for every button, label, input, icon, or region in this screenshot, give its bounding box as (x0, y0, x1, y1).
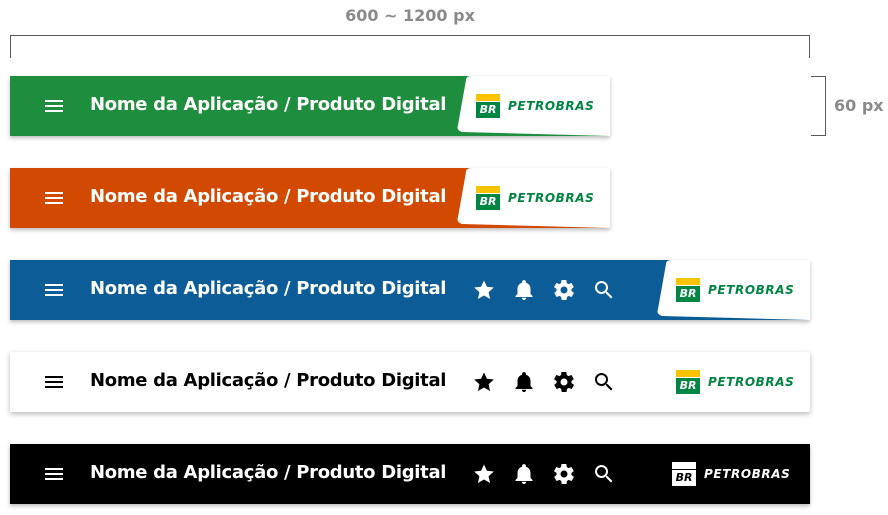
app-title: Nome da Aplicação / Produto Digital (90, 278, 447, 299)
hamburger-menu-icon[interactable] (45, 282, 63, 298)
brand-name: PETROBRAS (508, 99, 595, 113)
hamburger-menu-icon[interactable] (45, 374, 63, 390)
search-icon[interactable] (592, 370, 616, 394)
petrobras-logo[interactable]: BR PETROBRAS (656, 260, 810, 320)
height-spec-bracket (811, 76, 826, 136)
br-mark-icon: BR (672, 462, 696, 486)
header-bar-orange: Nome da Aplicação / Produto Digital BR P… (10, 168, 610, 228)
gear-icon[interactable] (552, 370, 576, 394)
gear-icon[interactable] (552, 462, 576, 486)
bell-icon[interactable] (512, 462, 536, 486)
gear-icon[interactable] (552, 278, 576, 302)
app-title: Nome da Aplicação / Produto Digital (90, 94, 447, 115)
star-icon[interactable] (472, 278, 496, 302)
search-icon[interactable] (592, 462, 616, 486)
brand-name: PETROBRAS (704, 467, 791, 481)
header-bar-blue: Nome da Aplicação / Produto Digital BR P… (10, 260, 810, 320)
br-mark-icon: BR (676, 370, 700, 394)
petrobras-logo[interactable]: BR PETROBRAS (456, 168, 610, 228)
br-mark-icon: BR (476, 94, 500, 118)
brand-name: PETROBRAS (508, 191, 595, 205)
header-bar-white: Nome da Aplicação / Produto Digital BR P… (10, 352, 810, 412)
width-spec-label: 600 ~ 1200 px (345, 6, 475, 25)
star-icon[interactable] (472, 462, 496, 486)
app-title: Nome da Aplicação / Produto Digital (90, 462, 447, 483)
height-spec-label: 60 px (834, 96, 884, 115)
hamburger-menu-icon[interactable] (45, 98, 63, 114)
brand-name: PETROBRAS (708, 283, 795, 297)
bell-icon[interactable] (512, 370, 536, 394)
app-title: Nome da Aplicação / Produto Digital (90, 186, 447, 207)
star-icon[interactable] (472, 370, 496, 394)
header-bar-black: Nome da Aplicação / Produto Digital BR P… (10, 444, 810, 504)
width-spec-bracket (10, 35, 810, 58)
header-bar-green: Nome da Aplicação / Produto Digital BR P… (10, 76, 610, 136)
app-title: Nome da Aplicação / Produto Digital (90, 370, 447, 391)
hamburger-menu-icon[interactable] (45, 190, 63, 206)
br-mark-icon: BR (676, 278, 700, 302)
bell-icon[interactable] (512, 278, 536, 302)
search-icon[interactable] (592, 278, 616, 302)
br-mark-icon: BR (476, 186, 500, 210)
petrobras-logo[interactable]: BR PETROBRAS (456, 76, 610, 136)
brand-name: PETROBRAS (708, 375, 795, 389)
hamburger-menu-icon[interactable] (45, 466, 63, 482)
